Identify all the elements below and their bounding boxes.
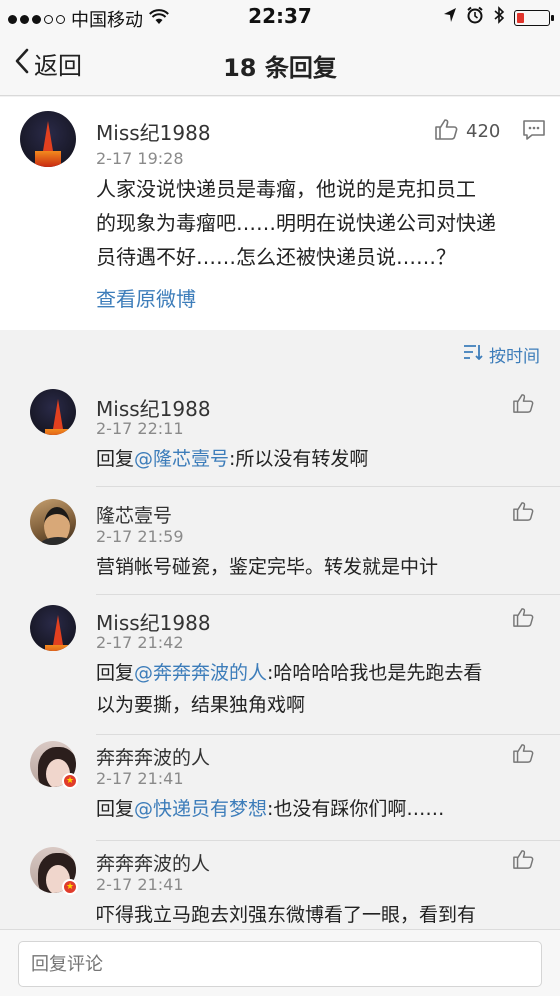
list-item: ★ 奔奔奔波的人 2-17 21:41 吓得我立马跑去刘强东微博看了一眼，看到有 — [0, 841, 560, 929]
reply-text: 回复@奔奔奔波的人:哈哈哈哈我也是先跑去看 — [96, 657, 482, 689]
nav-bar: 返回 18 条回复 — [0, 34, 560, 96]
list-item: 隆芯壹号 2-17 21:59 营销帐号碰瓷，鉴定完毕。转发就是中计 — [0, 487, 560, 595]
mention-link[interactable]: @快递员有梦想 — [134, 798, 267, 820]
thumbs-up-icon — [512, 743, 534, 768]
reply-body: :哈哈哈哈我也是先跑去看 — [267, 662, 483, 684]
reply-author-name[interactable]: Miss纪1988 — [96, 607, 211, 636]
reply-text-line-2: 以为要撕，结果独角戏啊 — [96, 694, 306, 716]
main-post: Miss纪1988 2-17 19:28 420 人家没说快递员是毒瘤，他说的是… — [0, 97, 560, 330]
reply-timestamp: 2-17 21:42 — [96, 633, 184, 652]
alarm-icon — [466, 6, 484, 29]
mention-link[interactable]: @隆芯壹号 — [134, 448, 229, 470]
view-original-link[interactable]: 查看原微博 — [96, 283, 196, 312]
thumbs-up-icon — [434, 118, 458, 145]
reply-prefix: 回复 — [96, 798, 135, 820]
page-title: 18 条回复 — [223, 54, 337, 82]
reply-input-bar — [0, 929, 560, 996]
verified-badge-icon: ★ — [62, 773, 78, 789]
reply-like-button[interactable] — [512, 743, 534, 768]
reply-comment-input[interactable] — [18, 941, 542, 987]
list-item: Miss纪1988 2-17 21:42 回复@奔奔奔波的人:哈哈哈哈我也是先跑… — [0, 595, 560, 735]
post-timestamp: 2-17 19:28 — [96, 149, 184, 168]
post-text-line-2: 的现象为毒瘤吧……明明在说快递公司对快递 — [96, 211, 496, 235]
thumbs-up-icon — [512, 607, 534, 632]
reply-author-name[interactable]: 隆芯壹号 — [96, 501, 172, 528]
reply-author-name[interactable]: Miss纪1988 — [96, 393, 211, 422]
sort-label: 按时间 — [489, 347, 540, 367]
reply-like-button[interactable] — [512, 501, 534, 526]
sort-toggle[interactable]: 按时间 — [463, 342, 540, 367]
post-text-line-1: 人家没说快递员是毒瘤，他说的是克扣员工 — [96, 177, 476, 201]
reply-timestamp: 2-17 21:41 — [96, 875, 184, 894]
reply-author-name[interactable]: 奔奔奔波的人 — [96, 849, 210, 876]
verified-badge-icon: ★ — [62, 879, 78, 895]
avatar[interactable] — [30, 605, 76, 651]
post-like-count: 420 — [466, 121, 501, 142]
mention-link[interactable]: @奔奔奔波的人 — [134, 662, 267, 684]
post-text-line-3: 员待遇不好……怎么还被快递员说……？ — [96, 245, 456, 269]
reply-body: :所以没有转发啊 — [229, 448, 369, 470]
post-like-button[interactable]: 420 — [434, 118, 500, 145]
battery-icon — [514, 9, 554, 26]
reply-body: :也没有踩你们啊…… — [267, 798, 445, 820]
reply-text: 回复@快递员有梦想:也没有踩你们啊…… — [96, 793, 444, 825]
avatar[interactable] — [20, 111, 76, 167]
reply-prefix: 回复 — [96, 662, 135, 684]
list-item: ★ 奔奔奔波的人 2-17 21:41 回复@快递员有梦想:也没有踩你们啊…… — [0, 735, 560, 841]
location-icon — [443, 7, 457, 28]
status-right — [443, 6, 554, 29]
avatar[interactable] — [30, 389, 76, 435]
reply-text: 回复@隆芯壹号:所以没有转发啊 — [96, 443, 368, 475]
reply-text: 营销帐号碰瓷，鉴定完毕。转发就是中计 — [96, 556, 439, 578]
bluetooth-icon — [493, 6, 505, 29]
list-item: Miss纪1988 2-17 22:11 回复@隆芯壹号:所以没有转发啊 — [0, 377, 560, 487]
reply-timestamp: 2-17 21:41 — [96, 769, 184, 788]
thumbs-up-icon — [512, 849, 534, 874]
status-bar: 中国移动 22:37 — [0, 0, 560, 34]
post-author-name[interactable]: Miss纪1988 — [96, 117, 211, 146]
reply-timestamp: 2-17 22:11 — [96, 419, 184, 438]
reply-like-button[interactable] — [512, 393, 534, 418]
reply-text: 吓得我立马跑去刘强东微博看了一眼，看到有 — [96, 904, 477, 926]
avatar[interactable] — [30, 499, 76, 545]
sort-icon — [463, 344, 483, 365]
thumbs-up-icon — [512, 501, 534, 526]
reply-timestamp: 2-17 21:59 — [96, 527, 184, 546]
comment-icon[interactable] — [522, 119, 546, 145]
reply-author-name[interactable]: 奔奔奔波的人 — [96, 743, 210, 770]
thumbs-up-icon — [512, 393, 534, 418]
reply-like-button[interactable] — [512, 849, 534, 874]
reply-like-button[interactable] — [512, 607, 534, 632]
reply-prefix: 回复 — [96, 448, 135, 470]
